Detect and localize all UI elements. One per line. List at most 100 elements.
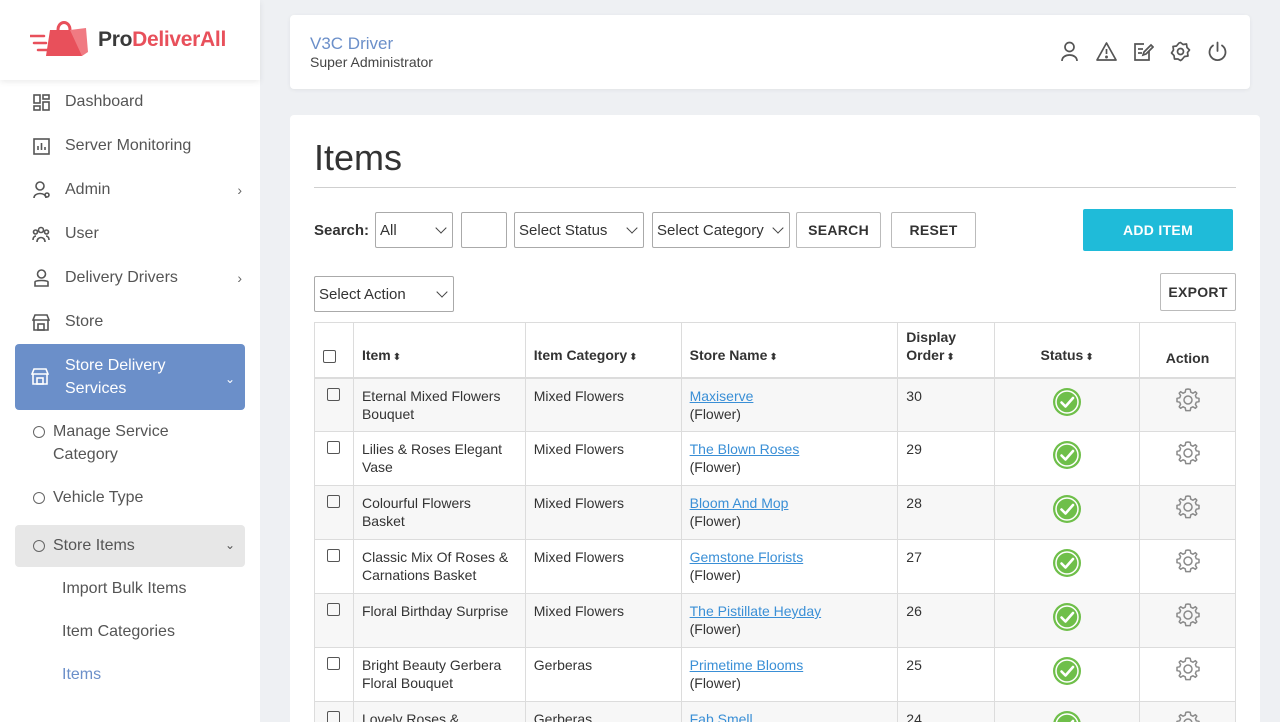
store-name-link[interactable]: The Blown Roses: [690, 441, 800, 457]
chevron-down-icon: ⌄: [224, 538, 235, 552]
row-checkbox[interactable]: [327, 711, 341, 722]
row-select-cell: [314, 431, 354, 486]
sidebar-item-delivery-drivers[interactable]: Delivery Drivers ›: [0, 256, 260, 300]
gear-icon[interactable]: [1175, 495, 1201, 523]
status-active-check-icon[interactable]: [1052, 387, 1082, 420]
row-select-cell: [314, 701, 354, 722]
item-category: Mixed Flowers: [524, 485, 682, 540]
store-cell: The Pistillate Heyday (Flower): [680, 593, 899, 648]
profile-icon[interactable]: [1059, 41, 1080, 62]
status-active-check-icon[interactable]: [1052, 603, 1082, 635]
select-all-checkbox[interactable]: [323, 349, 336, 363]
gear-icon[interactable]: [1175, 387, 1201, 416]
sidebar-item-store[interactable]: Store: [0, 300, 260, 344]
status-select[interactable]: Select Status: [514, 212, 645, 248]
action-cell: [1139, 701, 1236, 722]
logo[interactable]: ProDeliverAll: [0, 0, 260, 80]
store-cell: The Blown Roses (Flower): [680, 431, 899, 486]
bulk-action-select[interactable]: Select Action: [314, 276, 454, 312]
status-cell: [994, 539, 1141, 594]
store-icon: [30, 368, 50, 386]
sidebar-item-items[interactable]: Items: [0, 653, 260, 696]
sidebar-item-store-items[interactable]: Store Items ⌄: [15, 525, 245, 567]
category-select[interactable]: Select Category: [652, 212, 791, 248]
table-row: Lilies & Roses Elegant Vase Mixed Flower…: [314, 431, 1236, 486]
sidebar-item-manage-service-category[interactable]: Manage Service Category: [0, 420, 260, 486]
edit-note-icon[interactable]: [1133, 41, 1154, 62]
column-header-display-order[interactable]: Display Order ⬍: [897, 322, 996, 378]
store-name-link[interactable]: Gemstone Florists: [690, 549, 804, 565]
status-cell: [994, 431, 1141, 486]
add-item-button[interactable]: ADD ITEM: [1083, 209, 1233, 251]
row-checkbox[interactable]: [327, 603, 341, 616]
admin-user-icon: [32, 181, 50, 199]
sidebar-item-server-monitoring[interactable]: Server Monitoring: [0, 124, 260, 168]
sidebar-item-admin[interactable]: Admin ›: [0, 168, 260, 212]
table-row: Colourful Flowers Basket Mixed Flowers B…: [314, 485, 1236, 540]
settings-icon[interactable]: [1170, 41, 1191, 62]
gear-icon[interactable]: [1175, 603, 1201, 631]
row-checkbox[interactable]: [327, 657, 341, 670]
store-name-link[interactable]: Primetime Blooms: [690, 657, 804, 673]
sort-icon: ⬍: [392, 351, 402, 363]
status-active-check-icon[interactable]: [1052, 495, 1082, 527]
status-active-check-icon[interactable]: [1052, 549, 1082, 581]
table-row: Eternal Mixed Flowers Bouquet Mixed Flow…: [314, 377, 1236, 432]
row-checkbox[interactable]: [327, 387, 341, 401]
sidebar-item-store-delivery-services[interactable]: Store Delivery Services ⌄: [15, 344, 245, 410]
chevron-right-icon: ›: [237, 270, 242, 286]
store-cell: Fab Smell: [680, 701, 899, 722]
item-category: Mixed Flowers: [524, 539, 682, 594]
item-name: Eternal Mixed Flowers Bouquet: [352, 377, 526, 432]
sidebar-item-label: User: [65, 225, 99, 242]
store-cell: Bloom And Mop (Flower): [680, 485, 899, 540]
users-group-icon: [32, 225, 50, 243]
store-cell: Maxiserve (Flower): [680, 377, 899, 432]
store-cell: Gemstone Florists (Flower): [680, 539, 899, 594]
action-cell: [1139, 647, 1236, 702]
store-name-link[interactable]: Fab Smell: [690, 711, 753, 722]
power-icon[interactable]: [1207, 41, 1228, 62]
store-name-link[interactable]: The Pistillate Heyday: [690, 603, 822, 619]
sort-icon: ⬍: [1085, 351, 1094, 363]
column-header-status[interactable]: Status ⬍: [994, 322, 1141, 378]
sidebar-item-dashboard[interactable]: Dashboard: [0, 80, 260, 124]
status-cell: [994, 593, 1141, 648]
search-field-select[interactable]: All: [375, 212, 454, 248]
gear-icon[interactable]: [1175, 441, 1201, 469]
gear-icon[interactable]: [1175, 657, 1201, 685]
column-header-store-name[interactable]: Store Name ⬍: [680, 322, 899, 378]
sidebar-item-import-bulk-items[interactable]: Import Bulk Items: [0, 567, 260, 610]
store-name-link[interactable]: Maxiserve: [690, 388, 754, 404]
status-active-check-icon[interactable]: [1052, 441, 1082, 473]
sidebar-item-label: Store Delivery Services: [65, 357, 166, 397]
user-name: V3C Driver: [310, 34, 394, 53]
search-input[interactable]: [461, 212, 508, 248]
sidebar-item-user[interactable]: User: [0, 212, 260, 256]
display-order: 28: [897, 485, 996, 540]
header-icons: [1059, 41, 1228, 62]
column-header-item-category[interactable]: Item Category ⬍: [524, 322, 682, 378]
column-header-item[interactable]: Item ⬍: [352, 322, 526, 378]
table-header-row: Item ⬍ Item Category ⬍ Store Name ⬍ Display…: [314, 322, 1236, 378]
alert-icon[interactable]: [1096, 41, 1117, 62]
row-checkbox[interactable]: [327, 441, 341, 454]
search-button[interactable]: SEARCH: [796, 212, 882, 248]
row-checkbox[interactable]: [327, 495, 341, 508]
items-table: Item ⬍ Item Category ⬍ Store Name ⬍ Display…: [314, 322, 1236, 722]
sidebar-item-vehicle-type[interactable]: Vehicle Type: [0, 486, 260, 519]
sidebar-item-item-categories[interactable]: Item Categories: [0, 610, 260, 653]
store-name-link[interactable]: Bloom And Mop: [690, 495, 789, 511]
circle-bullet-icon: [33, 540, 45, 552]
gear-icon[interactable]: [1175, 549, 1201, 577]
sidebar-item-label: Admin: [65, 181, 111, 198]
export-button[interactable]: EXPORT: [1160, 273, 1236, 311]
sidebar: ProDeliverAll Dashboard Server Monitorin…: [0, 0, 260, 722]
reset-button[interactable]: RESET: [891, 212, 977, 248]
row-checkbox[interactable]: [327, 549, 341, 562]
sidebar-item-label: Delivery Drivers: [65, 269, 178, 286]
display-order: 27: [897, 539, 996, 594]
status-active-check-icon[interactable]: [1052, 657, 1082, 689]
status-cell: [994, 647, 1141, 702]
chevron-down-icon: [626, 222, 638, 234]
